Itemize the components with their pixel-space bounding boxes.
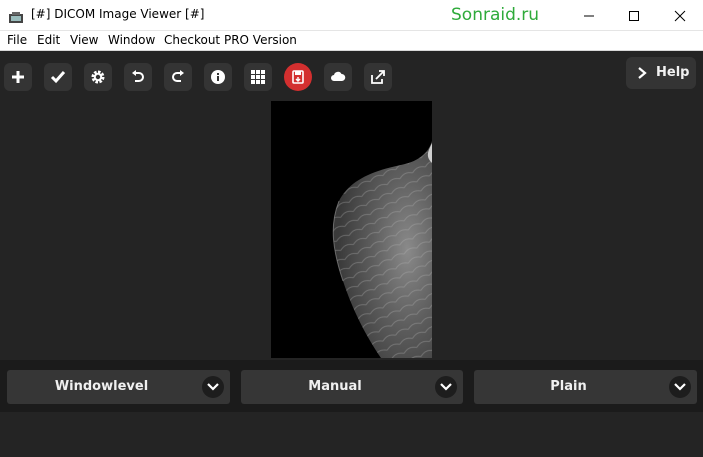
window-title: [#] DICOM Image Viewer [#] (31, 7, 205, 21)
maximize-button[interactable] (611, 0, 657, 31)
help-label: Help (656, 65, 690, 80)
minimize-icon (584, 15, 594, 17)
grid-icon (251, 70, 265, 84)
menu-file[interactable]: File (7, 33, 27, 47)
grid-button[interactable] (244, 63, 272, 91)
windowlevel-dropdown[interactable]: Windowlevel (7, 370, 230, 404)
info-button[interactable] (204, 63, 232, 91)
redo-icon (172, 70, 184, 82)
save-button[interactable] (284, 63, 312, 91)
menu-edit[interactable]: Edit (37, 33, 60, 47)
cloud-button[interactable] (324, 63, 352, 91)
watermark-text: Sonraid.ru (451, 5, 540, 25)
dicom-image-viewport[interactable] (271, 101, 432, 358)
dropdown-value: Windowlevel (54, 379, 149, 394)
maximize-icon (629, 11, 639, 21)
mammogram-image (332, 141, 432, 358)
app-icon (9, 9, 23, 23)
info-icon (211, 70, 225, 84)
dropdown-value: Plain (550, 379, 587, 394)
plus-icon (12, 71, 24, 83)
menu-checkout-pro[interactable]: Checkout PRO Version (164, 33, 297, 47)
cloud-icon (331, 71, 346, 81)
share-button[interactable] (364, 63, 392, 91)
mode-dropdown[interactable]: Manual (241, 370, 463, 404)
menu-view[interactable]: View (70, 33, 98, 47)
gear-icon (91, 70, 105, 84)
settings-button[interactable] (84, 63, 112, 91)
chevron-down-icon (202, 376, 224, 398)
share-icon (371, 70, 385, 84)
save-icon (292, 70, 304, 84)
chevron-down-icon (669, 376, 691, 398)
close-button[interactable] (657, 0, 703, 31)
redo-button[interactable] (164, 63, 192, 91)
title-bar: [#] DICOM Image Viewer [#] Sonraid.ru (0, 0, 703, 31)
confirm-button[interactable] (44, 63, 72, 91)
help-button[interactable]: Help (626, 57, 696, 89)
settings-dropdown-bar: Windowlevel Manual Plain (0, 360, 703, 412)
menu-bar: File Edit View Window Checkout PRO Versi… (0, 31, 703, 51)
undo-icon (132, 70, 144, 82)
menu-window[interactable]: Window (108, 33, 155, 47)
dropdown-value: Manual (308, 379, 362, 394)
minimize-button[interactable] (566, 0, 612, 31)
chevron-right-icon (638, 67, 647, 79)
undo-button[interactable] (124, 63, 152, 91)
style-dropdown[interactable]: Plain (474, 370, 697, 404)
toolbar (0, 51, 703, 101)
close-icon (674, 10, 686, 22)
chevron-down-icon (435, 376, 457, 398)
check-icon (50, 71, 66, 84)
add-button[interactable] (4, 63, 32, 91)
